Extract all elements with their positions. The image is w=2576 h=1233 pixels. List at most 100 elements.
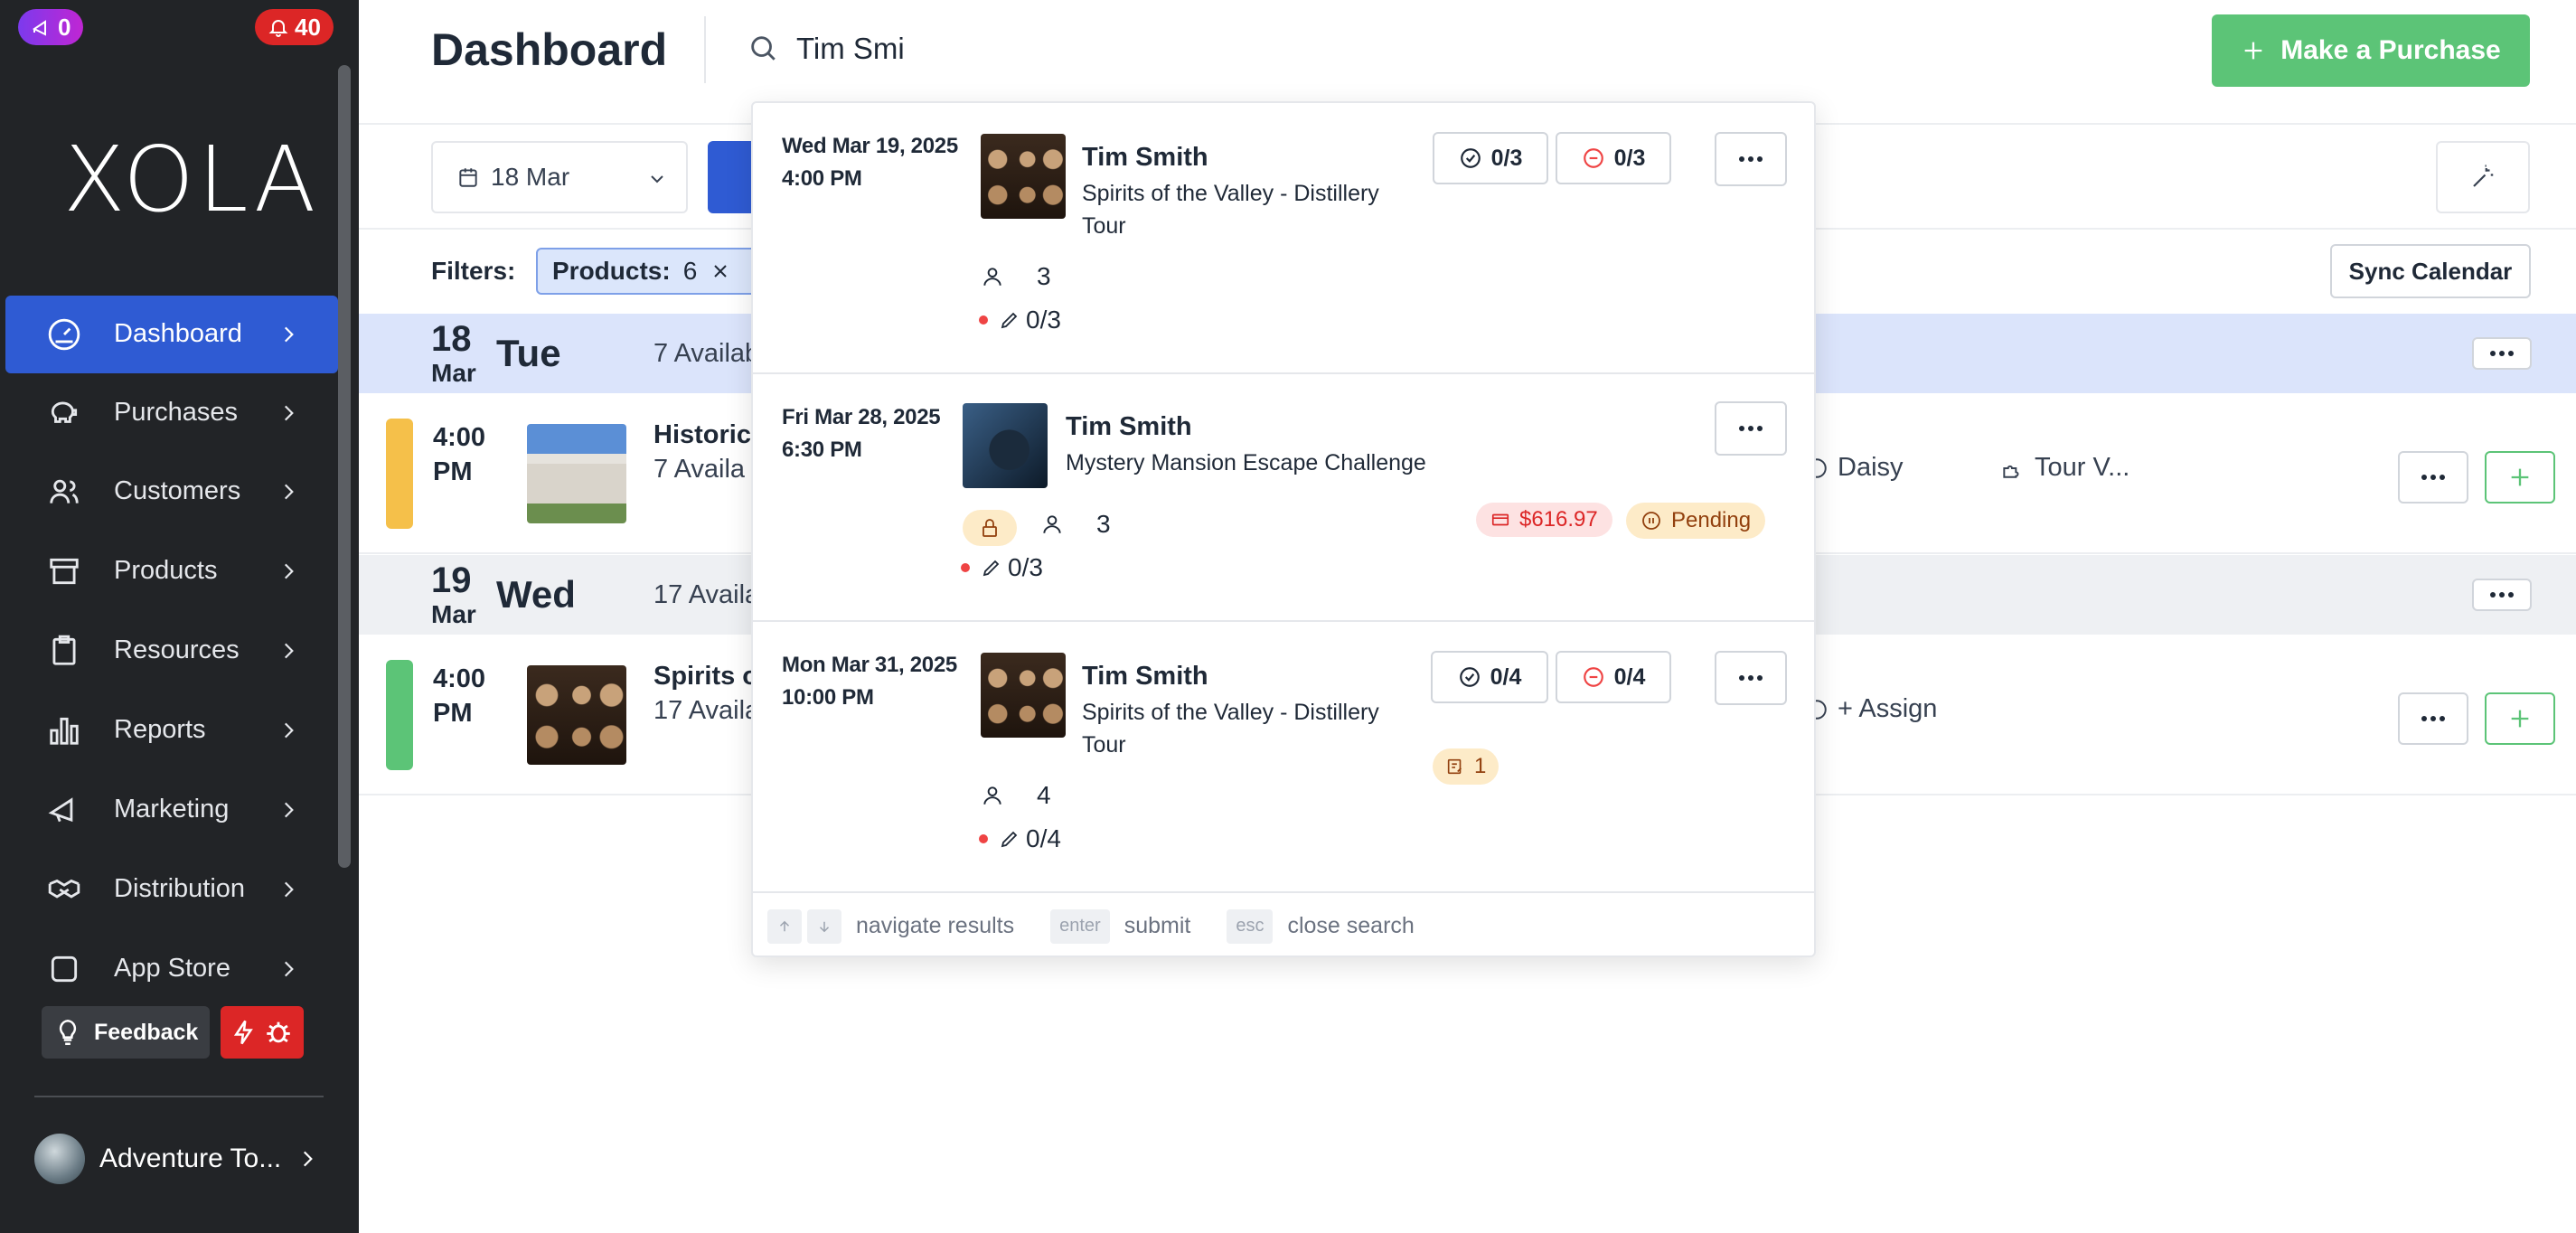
slot-status-bar	[386, 660, 413, 770]
kbd-esc: esc	[1227, 908, 1274, 944]
slot-vehicle[interactable]: Tour V...	[2000, 453, 2129, 483]
slot-time-ampm: PM	[433, 699, 473, 728]
handshake-icon	[48, 879, 80, 899]
product-image	[963, 403, 1048, 488]
sidebar-item-label: Customers	[114, 476, 241, 505]
kbd-arrow-up	[767, 908, 802, 944]
checked-in-button[interactable]: 0/3	[1433, 132, 1548, 184]
chevron-right-icon	[284, 722, 294, 739]
search-result-item[interactable]: Mon Mar 31, 2025 10:00 PM Tim Smith Spir…	[753, 622, 1814, 893]
lock-badge	[963, 510, 1017, 546]
sidebar-item-label: Marketing	[114, 795, 230, 824]
date-picker[interactable]: 18 Mar	[431, 141, 688, 213]
amount-due-value: $616.97	[1519, 507, 1598, 532]
result-more-button[interactable]	[1715, 401, 1787, 456]
no-show-button[interactable]: 0/4	[1556, 651, 1671, 703]
result-time: 4:00 PM	[782, 166, 862, 191]
slot-guide[interactable]: Daisy	[1805, 453, 1904, 483]
xola-logo[interactable]: XOLA	[63, 127, 319, 232]
result-date: Fri Mar 28, 2025	[782, 405, 941, 429]
sidebar-item-label: Products	[114, 556, 218, 585]
no-show-count: 0/3	[1613, 145, 1646, 171]
sidebar-item-reports[interactable]: Reports	[5, 692, 338, 769]
slot-more-button[interactable]	[2398, 692, 2468, 745]
result-more-button[interactable]	[1715, 132, 1787, 186]
amount-due-badge: $616.97	[1476, 503, 1612, 537]
slot-time: 4:00 PM	[433, 662, 485, 730]
checked-in-button[interactable]: 0/4	[1431, 651, 1548, 703]
slot-product-title[interactable]: Spirits o	[653, 662, 758, 692]
guest-count: 4	[981, 781, 1051, 810]
announcements-count: 0	[58, 13, 71, 41]
day-month: Mar	[431, 359, 476, 387]
waiver-alert-dot	[979, 834, 988, 843]
day-more-button[interactable]	[2472, 579, 2532, 611]
product-name: Spirits of the Valley - Distillery Tour	[1082, 177, 1379, 242]
sidebar-item-customers[interactable]: Customers	[5, 453, 338, 531]
search-input[interactable]	[796, 27, 1339, 71]
result-time: 10:00 PM	[782, 685, 874, 710]
slot-availability: 17 Availa	[653, 696, 760, 725]
product-name-line: Tour	[1082, 732, 1126, 758]
more-horizontal-icon	[2421, 716, 2445, 721]
sidebar-item-app-store[interactable]: App Store	[5, 930, 338, 1008]
no-show-button[interactable]: 0/3	[1556, 132, 1671, 184]
slot-add-button[interactable]	[2485, 692, 2555, 745]
dashboard-gauge-icon	[48, 318, 80, 351]
sidebar-item-resources[interactable]: Resources	[5, 612, 338, 690]
account-switcher[interactable]: Adventure To...	[34, 1134, 319, 1184]
products-filter-chip[interactable]: Products: 6	[536, 248, 771, 295]
slot-product-title[interactable]: Historic	[653, 420, 751, 450]
slot-guide-assign[interactable]: + Assign	[1805, 694, 1937, 724]
account-name: Adventure To...	[99, 1144, 282, 1173]
notifications-badge[interactable]: 40	[255, 9, 334, 45]
product-name: Mystery Mansion Escape Challenge	[1066, 450, 1426, 475]
search-result-item[interactable]: Fri Mar 28, 2025 6:30 PM Tim Smith Myste…	[753, 374, 1814, 622]
slot-add-button[interactable]	[2485, 451, 2555, 504]
calendar-icon	[459, 168, 477, 187]
minus-circle-icon	[1583, 667, 1603, 687]
slot-time-value: 4:00	[433, 664, 486, 693]
submit-hint: submit	[1123, 913, 1191, 938]
filter-chip-count: 6	[682, 257, 698, 285]
report-bug-button[interactable]	[221, 1006, 304, 1059]
square-icon	[51, 955, 78, 983]
pause-circle-icon	[1642, 512, 1660, 530]
make-purchase-button[interactable]: Make a Purchase	[2212, 14, 2530, 87]
close-hint: close search	[1287, 913, 1415, 938]
sidebar-item-purchases[interactable]: Purchases	[5, 374, 338, 452]
sidebar-item-dashboard[interactable]: Dashboard	[5, 296, 338, 373]
no-show-count: 0/4	[1613, 664, 1646, 690]
pencil-icon	[1001, 312, 1018, 329]
sidebar: 0 40 XOLA Dashboard Purchases Customers …	[0, 0, 359, 1233]
note-icon	[1447, 758, 1462, 775]
guest-count: 3	[1040, 510, 1111, 539]
sidebar-item-marketing[interactable]: Marketing	[5, 771, 338, 849]
plus-icon	[2511, 468, 2529, 486]
guest-count: 3	[981, 262, 1051, 291]
sidebar-item-products[interactable]: Products	[5, 532, 338, 610]
feedback-button[interactable]: Feedback	[42, 1006, 210, 1059]
slot-more-button[interactable]	[2398, 451, 2468, 504]
sidebar-item-distribution[interactable]: Distribution	[5, 851, 338, 928]
filters-label: Filters:	[431, 257, 516, 285]
sidebar-scrollbar[interactable]	[338, 65, 351, 868]
user-icon	[1043, 515, 1061, 533]
waiver-alert-dot	[979, 315, 988, 325]
result-more-button[interactable]	[1715, 651, 1787, 705]
waiver-status: 0/3	[961, 553, 1043, 582]
waiver-alert-dot	[961, 563, 970, 572]
announcements-badge[interactable]: 0	[18, 9, 84, 45]
close-icon[interactable]	[710, 260, 731, 282]
sync-calendar-button[interactable]: Sync Calendar	[2330, 244, 2531, 298]
chevron-right-icon	[304, 1151, 314, 1167]
chevron-right-icon	[284, 326, 294, 343]
search-result-item[interactable]: Wed Mar 19, 2025 4:00 PM Tim Smith Spiri…	[753, 103, 1814, 374]
users-icon	[50, 479, 79, 504]
magic-wand-button[interactable]	[2436, 141, 2530, 213]
day-more-button[interactable]	[2472, 337, 2532, 370]
make-purchase-label: Make a Purchase	[2280, 35, 2501, 65]
header-separator	[704, 16, 706, 83]
money-icon	[1491, 513, 1509, 526]
slot-time-ampm: PM	[433, 457, 473, 486]
